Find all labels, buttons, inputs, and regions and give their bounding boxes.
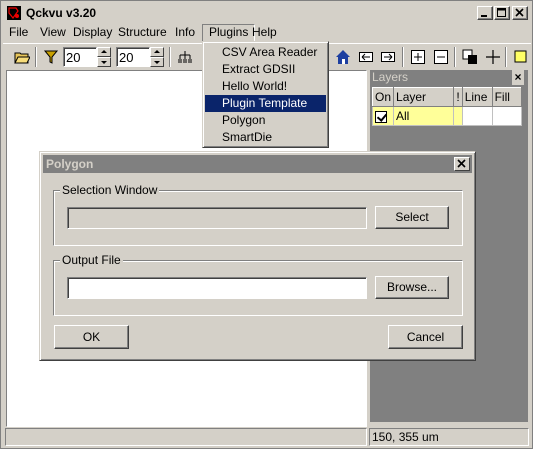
layer-visible-checkbox[interactable]: [375, 110, 387, 123]
layers-panel-title: Layers: [370, 70, 528, 86]
arrow-right-icon[interactable]: [378, 47, 398, 67]
status-coordinates: 150, 355 um: [369, 428, 529, 446]
menu-item-smartdie[interactable]: SmartDie: [205, 129, 326, 146]
plugins-dropdown-menu: CSV Area Reader Extract GDSII Hello Worl…: [202, 41, 329, 148]
hierarchy-icon[interactable]: [175, 47, 195, 67]
column-header-flag[interactable]: !: [453, 87, 463, 107]
column-header-layer[interactable]: Layer: [393, 87, 455, 107]
layer-shapes-icon[interactable]: [460, 47, 480, 67]
layer-on-cell[interactable]: [371, 106, 395, 126]
select-icon[interactable]: [511, 47, 531, 67]
main-window: Qckvu v3.20 File View Display Structure …: [0, 0, 533, 449]
menu-help[interactable]: Help: [246, 24, 283, 42]
menu-structure[interactable]: Structure: [112, 24, 173, 42]
dialog-close-button[interactable]: [454, 157, 470, 171]
table-row[interactable]: All: [371, 106, 523, 126]
crosshair-icon[interactable]: [483, 47, 503, 67]
polygon-dialog: Polygon Selection Window Select Output F…: [39, 151, 476, 361]
cancel-button[interactable]: Cancel: [388, 325, 463, 349]
spin-field-2[interactable]: 20: [116, 47, 150, 67]
layer-line-cell[interactable]: [461, 106, 493, 126]
menu-file[interactable]: File: [3, 24, 34, 42]
menu-info[interactable]: Info: [169, 24, 201, 42]
title-bar[interactable]: Qckvu v3.20: [3, 3, 531, 23]
output-file-field[interactable]: [67, 277, 367, 299]
close-icon[interactable]: ×: [512, 70, 524, 85]
column-header-on[interactable]: On: [371, 87, 395, 107]
layers-table: On Layer ! Line Fill All: [371, 87, 523, 126]
menu-item-polygon[interactable]: Polygon: [205, 112, 326, 129]
spin-field-1[interactable]: 20: [63, 47, 97, 67]
close-button[interactable]: [512, 6, 528, 20]
spin-stepper-1[interactable]: [97, 47, 111, 67]
layer-fill-cell[interactable]: [491, 106, 523, 126]
zoom-out-icon[interactable]: [431, 47, 451, 67]
column-header-fill[interactable]: Fill: [491, 87, 523, 107]
menu-item-plugin-template[interactable]: Plugin Template: [205, 95, 326, 112]
minimize-button[interactable]: [477, 6, 493, 20]
menu-display[interactable]: Display: [67, 24, 118, 42]
filter-icon[interactable]: [41, 47, 61, 67]
output-file-group: Output File Browse...: [53, 253, 463, 316]
selection-window-field: [67, 207, 367, 229]
select-button[interactable]: Select: [375, 206, 449, 229]
ok-button[interactable]: OK: [54, 325, 129, 349]
layer-flag-cell: [453, 106, 463, 126]
app-logo-icon: [6, 5, 22, 21]
maximize-button[interactable]: [494, 6, 510, 20]
arrow-left-icon[interactable]: [356, 47, 376, 67]
menu-item-hello-world[interactable]: Hello World!: [205, 78, 326, 95]
window-title: Qckvu v3.20: [26, 6, 97, 20]
menu-bar: File View Display Structure Info Plugins…: [3, 24, 531, 42]
output-file-label: Output File: [60, 253, 123, 267]
column-header-line[interactable]: Line: [461, 87, 493, 107]
status-bar: 150, 355 um: [3, 428, 531, 446]
open-folder-icon[interactable]: [12, 47, 32, 67]
selection-window-label: Selection Window: [60, 183, 160, 197]
selection-window-group: Selection Window Select: [53, 183, 463, 246]
spin-stepper-2[interactable]: [150, 47, 164, 67]
home-icon[interactable]: [333, 47, 353, 67]
menu-item-csv-area-reader[interactable]: CSV Area Reader: [205, 44, 326, 61]
dialog-title-bar[interactable]: Polygon: [43, 155, 472, 173]
menu-item-extract-gdsii[interactable]: Extract GDSII: [205, 61, 326, 78]
browse-button[interactable]: Browse...: [375, 276, 449, 299]
status-message: [5, 428, 367, 446]
layer-name-cell[interactable]: All: [393, 106, 455, 126]
dialog-title: Polygon: [46, 157, 94, 171]
zoom-in-icon[interactable]: [408, 47, 428, 67]
